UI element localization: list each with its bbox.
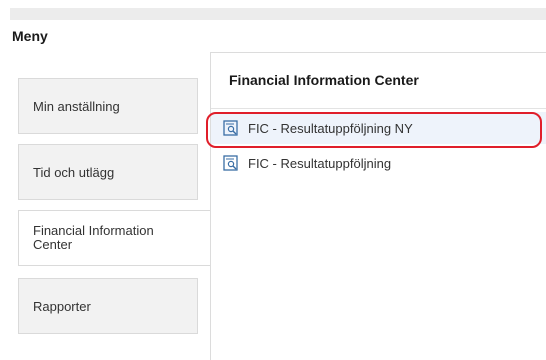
report-item-label: FIC - Resultatuppföljning NY bbox=[248, 120, 413, 136]
report-item-label: FIC - Resultatuppföljning bbox=[248, 155, 392, 171]
top-bar bbox=[10, 8, 546, 20]
report-item-fic-resultatuppfoljning-ny[interactable]: FIC - Resultatuppföljning NY bbox=[211, 112, 546, 144]
menu-item-financial-information-center[interactable]: Financial Information Center bbox=[18, 210, 211, 266]
report-search-icon bbox=[223, 155, 238, 171]
menu-item-rapporter[interactable]: Rapporter bbox=[18, 278, 198, 334]
menu-item-min-anstallning[interactable]: Min anställning bbox=[18, 78, 198, 134]
menu-item-tid-och-utlagg[interactable]: Tid och utlägg bbox=[18, 144, 198, 200]
menu-title: Meny bbox=[12, 28, 48, 44]
panel-title: Financial Information Center bbox=[229, 72, 419, 88]
report-panel: Financial Information Center FIC - Resul… bbox=[210, 52, 546, 360]
menu-list: Min anställning Tid och utlägg Financial… bbox=[18, 78, 211, 360]
menu-item-label: Tid och utlägg bbox=[33, 164, 115, 180]
panel-divider bbox=[211, 108, 546, 109]
report-item-fic-resultatuppfoljning[interactable]: FIC - Resultatuppföljning bbox=[211, 147, 546, 179]
menu-item-label: Financial Information Center bbox=[33, 223, 154, 252]
menu-item-label: Rapporter bbox=[33, 298, 91, 314]
menu-item-label: Min anställning bbox=[33, 98, 120, 114]
report-search-icon bbox=[223, 120, 238, 136]
